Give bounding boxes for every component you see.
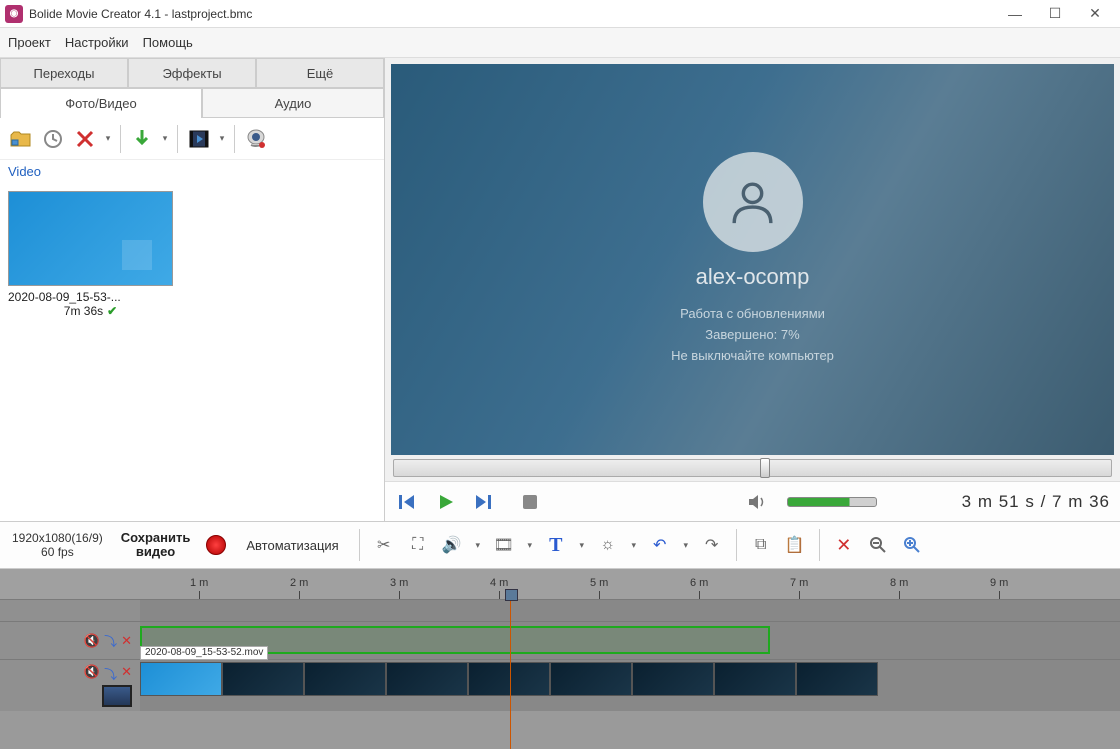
tab-photo-video[interactable]: Фото/Видео <box>0 88 202 118</box>
cut-icon[interactable]: ✂ <box>370 531 398 559</box>
tab-transitions[interactable]: Переходы <box>0 58 128 88</box>
playhead[interactable] <box>510 599 511 749</box>
preview-username: alex-ocomp <box>696 264 810 290</box>
crop-icon[interactable]: ⛶ <box>404 531 432 559</box>
track-1-content[interactable] <box>140 622 1120 659</box>
filmstrip-icon[interactable] <box>184 124 214 154</box>
expand-icon[interactable]: ⤵ <box>104 664 117 683</box>
expand-icon[interactable]: ⤵ <box>104 631 117 650</box>
media-toolbar: ▾ ▾ ▾ <box>0 118 384 160</box>
mute-icon[interactable]: 🔇 <box>84 633 100 649</box>
redo-icon[interactable]: ↷ <box>698 531 726 559</box>
step-forward-button[interactable] <box>471 489 497 515</box>
track-1-head: 🔇 ⤵ ✕ <box>0 622 140 659</box>
preview-panel: alex-ocomp Работа с обновлениями Заверше… <box>385 58 1120 521</box>
delete-icon[interactable] <box>70 124 100 154</box>
app-logo-icon: ◉ <box>5 5 23 23</box>
tab-more[interactable]: Ещё <box>256 58 384 88</box>
brightness-icon[interactable]: ☼ <box>594 531 622 559</box>
history-icon[interactable] <box>38 124 68 154</box>
preview-controls: 3 m 51 s / 7 m 36 <box>385 481 1120 521</box>
media-panel: Переходы Эффекты Ещё Фото/Видео Аудио ▾ … <box>0 58 385 521</box>
media-item[interactable]: 2020-08-09_15-53-... 7m 36s ✔ <box>8 191 173 318</box>
filmstrip-dropdown[interactable]: ▾ <box>216 133 228 144</box>
media-section-label: Video <box>0 160 384 183</box>
timeline-tracks: 🔇 ⤵ ✕ 🔇 ⤵ ✕ 2020-08-09_15- <box>0 599 1120 749</box>
audio-icon[interactable]: 🔊 <box>438 531 466 559</box>
media-filename: 2020-08-09_15-53-... <box>8 290 173 304</box>
filmstrip-icon <box>102 685 132 707</box>
brightness-dropdown[interactable]: ▾ <box>628 540 640 551</box>
paste-icon[interactable]: 📋 <box>781 531 809 559</box>
minimize-button[interactable]: — <box>995 0 1035 28</box>
video-clip[interactable] <box>140 662 878 696</box>
media-bin: 2020-08-09_15-53-... 7m 36s ✔ <box>0 183 384 326</box>
maximize-button[interactable]: ☐ <box>1035 0 1075 28</box>
clip-icon[interactable]: 🎞 <box>490 531 518 559</box>
undo-dropdown[interactable]: ▾ <box>680 540 692 551</box>
clip-filename-label: 2020-08-09_15-53-52.mov <box>140 646 268 660</box>
track-2: 🔇 ⤵ ✕ 2020-08-09_15-53-52.mov <box>0 659 1120 711</box>
menubar: Проект Настройки Помощь <box>0 28 1120 58</box>
webcam-icon[interactable] <box>241 124 271 154</box>
mute-icon[interactable]: 🔇 <box>84 664 100 683</box>
window-controls: — ☐ ✕ <box>995 0 1115 28</box>
stop-button[interactable] <box>517 489 543 515</box>
close-button[interactable]: ✕ <box>1075 0 1115 28</box>
record-button[interactable] <box>202 531 230 559</box>
save-video-button[interactable]: Сохранить видео <box>115 531 197 560</box>
delete-dropdown[interactable]: ▾ <box>102 133 114 144</box>
delete-track-icon[interactable]: ✕ <box>121 633 132 649</box>
titlebar: ◉ Bolide Movie Creator 4.1 - lastproject… <box>0 0 1120 28</box>
download-dropdown[interactable]: ▾ <box>159 133 171 144</box>
text-dropdown[interactable]: ▾ <box>576 540 588 551</box>
avatar-icon <box>703 152 803 252</box>
audio-dropdown[interactable]: ▾ <box>472 540 484 551</box>
check-icon: ✔ <box>107 304 117 318</box>
zoom-in-icon[interactable] <box>898 531 926 559</box>
menu-project[interactable]: Проект <box>8 35 51 50</box>
clip-dropdown[interactable]: ▾ <box>524 540 536 551</box>
zoom-out-icon[interactable] <box>864 531 892 559</box>
preview-scrubber[interactable] <box>393 459 1112 477</box>
volume-slider[interactable] <box>787 497 877 507</box>
menu-help[interactable]: Помощь <box>143 35 193 50</box>
undo-icon[interactable]: ↶ <box>646 531 674 559</box>
scrubber-thumb[interactable] <box>760 458 770 478</box>
open-folder-icon[interactable] <box>6 124 36 154</box>
preview-viewport[interactable]: alex-ocomp Работа с обновлениями Заверше… <box>391 64 1114 455</box>
volume-icon[interactable] <box>745 489 771 515</box>
step-back-button[interactable] <box>395 489 421 515</box>
preview-status-text: Работа с обновлениями Завершено: 7% Не в… <box>671 304 834 366</box>
media-thumbnail[interactable] <box>8 191 173 286</box>
automation-button[interactable]: Автоматизация <box>236 538 348 553</box>
track-2-head: 🔇 ⤵ ✕ <box>0 660 140 711</box>
resolution-info: 1920x1080(16/9) 60 fps <box>6 531 109 560</box>
track-2-content[interactable]: 2020-08-09_15-53-52.mov <box>140 660 1120 711</box>
main-toolbar: 1920x1080(16/9) 60 fps Сохранить видео А… <box>0 521 1120 569</box>
window-title: Bolide Movie Creator 4.1 - lastproject.b… <box>29 7 995 21</box>
time-display: 3 m 51 s / 7 m 36 <box>962 492 1110 512</box>
tab-audio[interactable]: Аудио <box>202 88 384 118</box>
delete-clip-icon[interactable]: ✕ <box>830 531 858 559</box>
timeline: 1 m 2 m 3 m 4 m 5 m 6 m 7 m 8 m 9 m 🔇 ⤵ … <box>0 569 1120 749</box>
copy-icon[interactable]: ⧉ <box>747 531 775 559</box>
menu-settings[interactable]: Настройки <box>65 35 129 50</box>
timeline-ruler[interactable]: 1 m 2 m 3 m 4 m 5 m 6 m 7 m 8 m 9 m <box>0 569 1120 599</box>
play-button[interactable] <box>433 489 459 515</box>
download-icon[interactable] <box>127 124 157 154</box>
tab-effects[interactable]: Эффекты <box>128 58 256 88</box>
media-duration: 7m 36s ✔ <box>8 304 173 318</box>
delete-track-icon[interactable]: ✕ <box>121 664 132 683</box>
text-icon[interactable]: T <box>542 531 570 559</box>
